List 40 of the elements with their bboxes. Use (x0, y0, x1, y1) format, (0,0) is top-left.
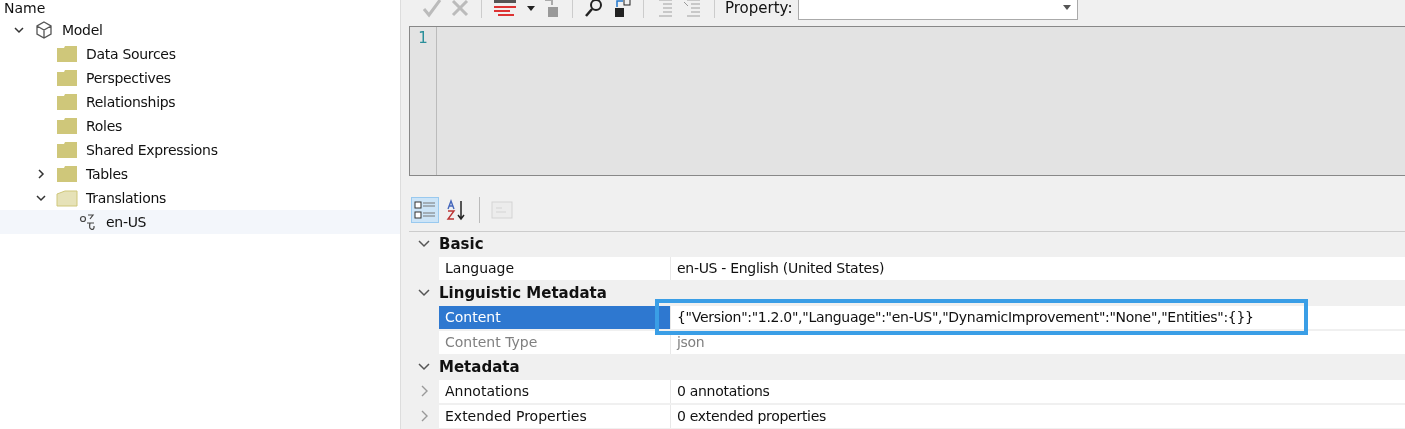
chevron-down-icon[interactable] (418, 362, 430, 372)
dropdown-arrow-icon[interactable] (1063, 5, 1072, 11)
property-name[interactable]: Language (439, 256, 671, 280)
property-value[interactable]: 0 annotations (671, 379, 1405, 403)
folder-icon (56, 93, 78, 111)
tree-item[interactable]: Data Sources (0, 42, 400, 66)
property-name[interactable]: Extended Properties (439, 404, 671, 428)
search-icon[interactable] (583, 0, 605, 19)
chevron-down-icon[interactable] (36, 193, 46, 203)
property-value[interactable]: {"Version":"1.2.0","Language":"en-US","DynamicImprovement":"None","Entities":{}} (671, 305, 1405, 329)
categorized-button[interactable] (411, 197, 439, 224)
tree-item[interactable]: Shared Expressions (0, 138, 400, 162)
tree-item[interactable]: Translations (0, 186, 400, 210)
category-header[interactable]: Basic (439, 235, 484, 253)
tree-item[interactable]: Relationships (0, 90, 400, 114)
line-number: 1 (418, 29, 428, 47)
folder-icon (56, 141, 78, 159)
check-icon[interactable] (421, 0, 443, 19)
category-header[interactable]: Linguistic Metadata (439, 284, 607, 302)
chevron-down-icon[interactable] (14, 25, 24, 35)
property-name[interactable]: Content (439, 305, 671, 329)
tree-item[interactable]: Roles (0, 114, 400, 138)
folder-icon (56, 117, 78, 135)
tree-item[interactable]: Perspectives (0, 66, 400, 90)
folder-icon (56, 45, 78, 63)
tree-item[interactable]: Model (0, 18, 400, 42)
folder-icon (56, 165, 78, 183)
chevron-down-icon[interactable] (418, 239, 430, 249)
chevron-down-icon[interactable] (418, 288, 430, 298)
category-header[interactable]: Metadata (439, 358, 520, 376)
folder-icon (56, 69, 78, 87)
tree-item[interactable]: Tables (0, 162, 400, 186)
tree-item[interactable]: en-US (0, 210, 400, 234)
property-value[interactable]: 0 extended properties (671, 404, 1405, 428)
property-name[interactable]: Annotations (439, 379, 671, 403)
property-value[interactable]: en-US - English (United States) (671, 256, 1405, 280)
property-label: Property: (725, 0, 793, 17)
open-folder-icon (56, 189, 78, 207)
chevron-right-icon[interactable] (36, 169, 46, 179)
cube-icon (34, 20, 54, 40)
